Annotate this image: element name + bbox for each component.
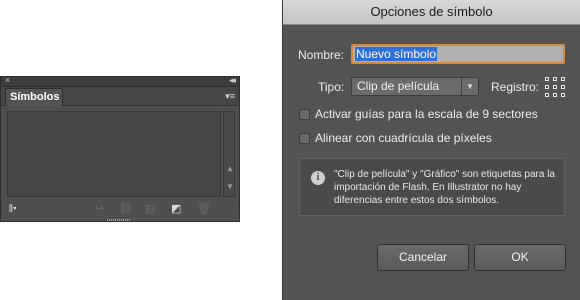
new-symbol-icon[interactable]: ◩ xyxy=(171,203,181,215)
cancel-button[interactable]: Cancelar xyxy=(377,244,469,271)
symbol-options-dialog: Opciones de símbolo Nombre: Nuevo símbol… xyxy=(282,0,580,300)
info-box: i "Clip de película" y "Gráfico" son eti… xyxy=(299,158,565,216)
reg-point-center[interactable] xyxy=(553,85,557,89)
info-text: "Clip de película" y "Gráfico" son etiqu… xyxy=(334,169,555,206)
panel-titlebar[interactable]: × ◂◂ xyxy=(1,75,239,87)
nine-slice-checkbox[interactable] xyxy=(299,109,310,120)
type-label: Tipo: xyxy=(318,80,345,94)
registration-label: Registro: xyxy=(491,80,540,94)
panel-menu-icon[interactable]: ▾≡ xyxy=(225,89,235,103)
registration-point-grid[interactable] xyxy=(545,77,565,97)
tab-symbols[interactable]: Símbolos xyxy=(5,88,63,106)
chevron-down-icon: ▼ xyxy=(461,78,478,95)
place-symbol-icon[interactable]: ↪ xyxy=(95,203,104,215)
scroll-down-icon[interactable]: ▼ xyxy=(225,182,235,192)
delete-symbol-icon[interactable]: 🗑 xyxy=(197,203,211,215)
close-icon[interactable]: × xyxy=(5,75,10,86)
reg-point-middle-right[interactable] xyxy=(561,85,565,89)
scroll-up-icon[interactable]: ▲ xyxy=(225,164,235,174)
pixel-grid-label[interactable]: Alinear con cuadrícula de píxeles xyxy=(315,130,492,146)
panel-resize-grip[interactable] xyxy=(107,219,131,221)
panel-tab-row: Símbolos ▾≡ xyxy=(1,87,239,106)
type-select-value: Clip de película xyxy=(357,79,440,93)
name-label: Nombre: xyxy=(298,48,345,62)
panel-toolbar: 𝍪▾ ↪ ⛓ ▤ ◩ 🗑 xyxy=(1,199,239,221)
dialog-titlebar[interactable]: Opciones de símbolo xyxy=(283,0,580,25)
reg-point-bottom-right[interactable] xyxy=(561,93,565,97)
resize-corner-icon[interactable]: ⋰ xyxy=(230,212,238,220)
symbol-name-input[interactable]: Nuevo símbolo xyxy=(351,44,565,64)
reg-point-top-left[interactable] xyxy=(545,77,549,81)
dialog-title: Opciones de símbolo xyxy=(370,4,493,19)
type-select[interactable]: Clip de película ▼ xyxy=(351,77,479,96)
reg-point-bottom-left[interactable] xyxy=(545,93,549,97)
symbols-panel: × ◂◂ Símbolos ▾≡ ▲ ▼ 𝍪▾ ↪ ⛓ ▤ ◩ 🗑 ⋰ xyxy=(0,75,240,222)
nine-slice-label[interactable]: Activar guías para la escala de 9 sector… xyxy=(315,106,538,122)
collapse-icon[interactable]: ◂◂ xyxy=(229,75,236,86)
break-link-icon[interactable]: ⛓ xyxy=(119,203,133,215)
name-input-value: Nuevo símbolo xyxy=(355,47,438,61)
reg-point-top-center[interactable] xyxy=(553,77,557,81)
reg-point-bottom-center[interactable] xyxy=(553,93,557,97)
reg-point-middle-left[interactable] xyxy=(545,85,549,89)
ok-button[interactable]: OK xyxy=(474,244,566,271)
symbol-library-icon[interactable]: 𝍪▾ xyxy=(9,203,17,215)
scrollbar[interactable]: ▲ ▼ xyxy=(223,111,235,197)
pixel-grid-checkbox[interactable] xyxy=(299,133,310,144)
symbol-list[interactable] xyxy=(7,111,221,197)
symbol-options-icon[interactable]: ▤ xyxy=(145,203,155,215)
reg-point-top-right[interactable] xyxy=(561,77,565,81)
info-icon: i xyxy=(311,171,325,185)
